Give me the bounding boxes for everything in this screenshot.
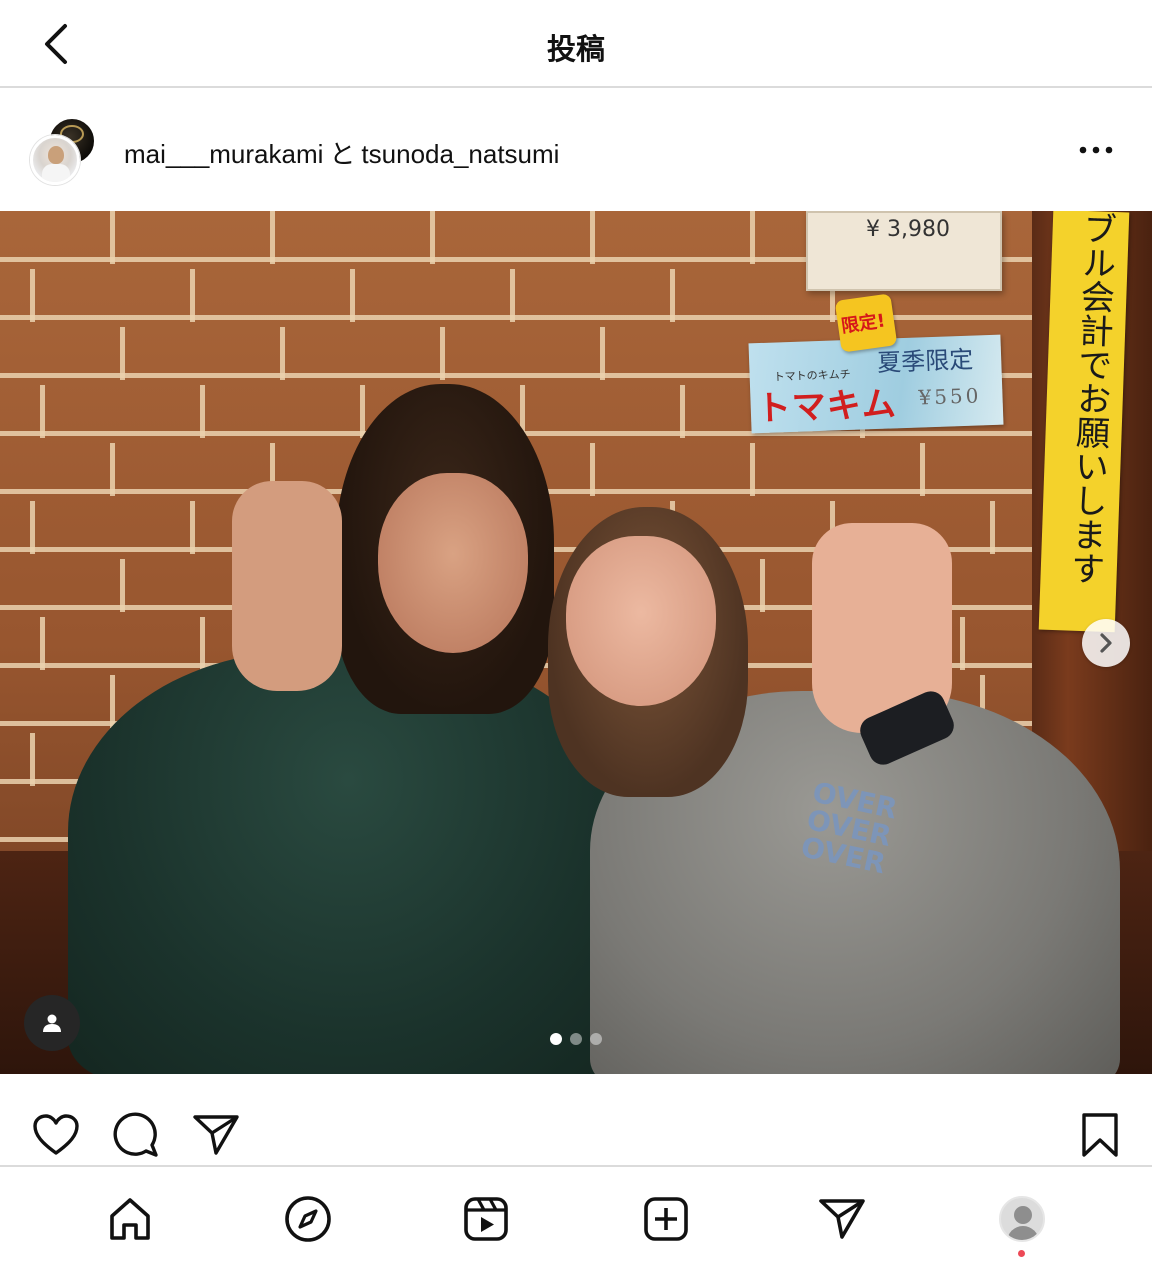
- carousel-next-button[interactable]: [1082, 619, 1130, 667]
- author-username-2[interactable]: tsunoda_natsumi: [361, 139, 559, 169]
- person-left-face: [378, 473, 528, 653]
- carousel-dot: [590, 1033, 602, 1045]
- profile-avatar-icon: [999, 1196, 1045, 1242]
- post-photo[interactable]: ¥ 3,980 夏季限定 トマトのキムチ トマキム ¥550 限定! ブル会計で…: [0, 211, 1152, 1074]
- bottom-navigation: [0, 1169, 1152, 1266]
- plus-square-icon: [644, 1197, 688, 1241]
- nav-explore[interactable]: [278, 1191, 338, 1247]
- nav-profile[interactable]: [992, 1191, 1052, 1247]
- comment-button[interactable]: [110, 1109, 162, 1161]
- nav-reels[interactable]: [456, 1191, 516, 1247]
- save-button[interactable]: [1074, 1109, 1126, 1161]
- post-header: mai___murakami と tsunoda_natsumi: [0, 90, 1152, 210]
- profile-notification-dot: [1018, 1250, 1025, 1257]
- person-left: [68, 651, 628, 1074]
- price-card: ¥ 3,980: [806, 211, 1002, 291]
- home-icon: [110, 1198, 150, 1240]
- send-icon: [819, 1199, 865, 1239]
- menu-sign: 夏季限定 トマトのキムチ トマキム ¥550: [748, 334, 1004, 434]
- comment-icon: [113, 1112, 158, 1157]
- user-tag-icon: [43, 1014, 61, 1032]
- peace-sign-left: [232, 481, 342, 691]
- author-conjunction: と: [329, 139, 356, 169]
- share-button[interactable]: [190, 1109, 242, 1161]
- limited-badge: 限定!: [834, 293, 898, 353]
- carousel-dot: [550, 1033, 562, 1045]
- carousel-indicator: [550, 1033, 602, 1045]
- collab-avatars[interactable]: [30, 117, 100, 187]
- person-right-face: [566, 536, 716, 706]
- chevron-right-icon: [1100, 633, 1112, 653]
- nav-home[interactable]: [100, 1191, 160, 1247]
- page-title: 投稿: [546, 32, 605, 66]
- nav-create[interactable]: [636, 1191, 696, 1247]
- more-horizontal-icon: [1079, 146, 1113, 154]
- top-bar: 投稿: [0, 0, 1152, 88]
- more-options-button[interactable]: [1072, 132, 1120, 168]
- nav-messages[interactable]: [812, 1191, 872, 1247]
- carousel-dot: [570, 1033, 582, 1045]
- tagged-users-button[interactable]: [24, 995, 80, 1051]
- send-icon: [193, 1115, 239, 1155]
- post-actions: [0, 1075, 1152, 1167]
- bookmark-icon: [1082, 1113, 1118, 1157]
- heart-icon: [33, 1114, 79, 1155]
- author-username-1[interactable]: mai___murakami: [124, 139, 323, 169]
- pillar-banner: ブル会計でお願いします: [1038, 211, 1130, 633]
- like-button[interactable]: [30, 1109, 82, 1161]
- post-authors: mai___murakami と tsunoda_natsumi: [124, 134, 559, 171]
- compass-icon: [285, 1196, 331, 1242]
- reels-icon: [464, 1197, 508, 1241]
- avatar-primary: [30, 135, 80, 185]
